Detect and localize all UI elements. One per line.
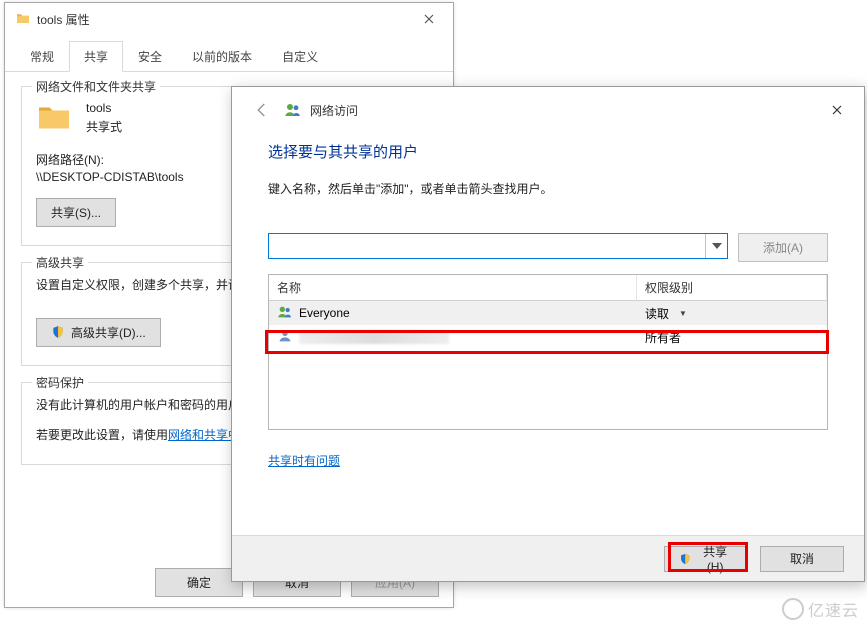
permissions-table: 名称 权限级别 Everyone 读取 ▼ 所有者 <box>268 274 828 430</box>
user-icon <box>277 328 293 347</box>
tab-customize[interactable]: 自定义 <box>267 41 333 72</box>
group-legend: 高级共享 <box>32 254 88 271</box>
arrow-left-icon <box>253 101 271 119</box>
table-header: 名称 权限级别 <box>269 275 827 301</box>
share-state: 共享式 <box>86 118 122 137</box>
wizard-body: 选择要与其共享的用户 键入名称，然后单击"添加"，或者单击箭头查找用户。 添加(… <box>232 133 864 469</box>
col-name-header[interactable]: 名称 <box>269 275 637 301</box>
troubleshoot-link[interactable]: 共享时有问题 <box>268 454 340 468</box>
table-row[interactable]: 所有者 <box>269 325 827 349</box>
shield-icon <box>51 325 65 339</box>
wizard-heading: 选择要与其共享的用户 <box>268 141 828 162</box>
share-button[interactable]: 共享(S)... <box>36 198 116 227</box>
tab-previous-versions[interactable]: 以前的版本 <box>177 41 267 72</box>
row-name-cell: Everyone <box>269 302 637 325</box>
chevron-down-icon <box>712 243 722 249</box>
watermark: 亿速云 <box>782 597 859 621</box>
advanced-share-button[interactable]: 高级共享(D)... <box>36 318 161 347</box>
window-title: tools 属性 <box>37 11 409 28</box>
share-button-label: 共享(S)... <box>51 204 101 221</box>
chevron-down-icon: ▼ <box>679 309 687 318</box>
close-icon <box>424 14 434 24</box>
close-button[interactable] <box>409 5 449 33</box>
password-line2-prefix: 若要更改此设置，请使用 <box>36 428 168 442</box>
group-legend: 网络文件和文件夹共享 <box>32 78 160 95</box>
wizard-share-button[interactable]: 共享(H) <box>664 546 748 572</box>
tab-general[interactable]: 常规 <box>15 41 69 72</box>
wizard-small-title: 网络访问 <box>310 102 816 119</box>
add-button[interactable]: 添加(A) <box>738 233 828 262</box>
tab-security[interactable]: 安全 <box>123 41 177 72</box>
row-level-cell: 所有者 <box>637 327 827 348</box>
table-body: Everyone 读取 ▼ 所有者 <box>269 301 827 429</box>
combo-caret[interactable] <box>705 234 727 258</box>
row-name: Everyone <box>299 306 350 320</box>
table-row[interactable]: Everyone 读取 ▼ <box>269 301 827 325</box>
users-icon <box>277 304 293 323</box>
watermark-text: 亿速云 <box>808 597 859 621</box>
folder-large-icon <box>36 100 72 136</box>
share-wizard-window: 网络访问 选择要与其共享的用户 键入名称，然后单击"添加"，或者单击箭头查找用户… <box>231 86 865 582</box>
wizard-close-button[interactable] <box>816 96 858 124</box>
properties-titlebar[interactable]: tools 属性 <box>5 3 453 35</box>
ok-button[interactable]: 确定 <box>155 568 243 597</box>
row-level: 读取 <box>645 305 669 322</box>
shield-icon <box>679 552 691 566</box>
back-button[interactable] <box>248 96 276 124</box>
col-level-header[interactable]: 权限级别 <box>637 275 827 301</box>
users-icon <box>284 101 302 119</box>
user-input[interactable] <box>269 235 705 257</box>
add-button-label: 添加(A) <box>763 239 803 256</box>
tab-share[interactable]: 共享 <box>69 41 123 72</box>
advanced-share-label: 高级共享(D)... <box>71 324 146 341</box>
redacted-text <box>299 330 449 344</box>
row-name-cell <box>269 326 637 349</box>
group-legend: 密码保护 <box>32 374 88 391</box>
wizard-titlebar: 网络访问 <box>232 87 864 133</box>
wizard-share-label: 共享(H) <box>697 543 733 574</box>
wizard-instruction: 键入名称，然后单击"添加"，或者单击箭头查找用户。 <box>268 180 828 197</box>
row-level-cell[interactable]: 读取 ▼ <box>637 303 827 324</box>
tab-strip: 常规 共享 安全 以前的版本 自定义 <box>5 41 453 72</box>
user-combo[interactable] <box>268 233 728 259</box>
watermark-icon <box>782 598 804 620</box>
row-level: 所有者 <box>645 329 681 346</box>
folder-icon <box>15 11 31 27</box>
close-icon <box>832 105 842 115</box>
folder-name: tools <box>86 99 122 118</box>
wizard-cancel-button[interactable]: 取消 <box>760 546 844 572</box>
wizard-footer: 共享(H) 取消 <box>232 535 864 581</box>
